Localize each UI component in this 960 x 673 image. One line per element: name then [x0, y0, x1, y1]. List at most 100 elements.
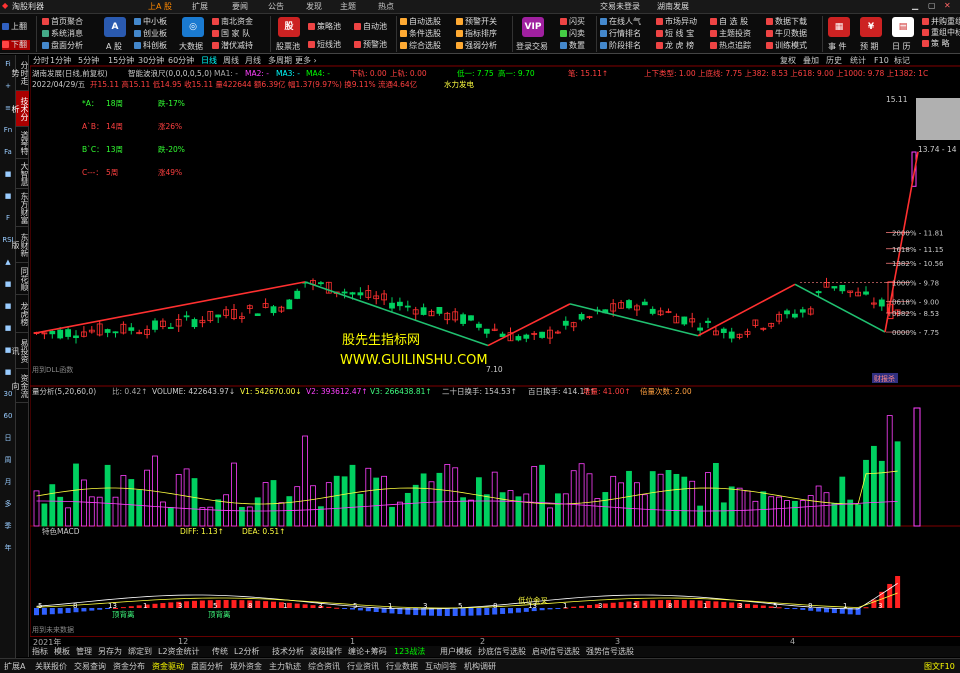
status-tab[interactable]: 交易查询 — [74, 661, 106, 672]
big-data-icon[interactable]: ◎ — [182, 17, 204, 37]
watchlist-button[interactable]: 自 选 股 — [710, 17, 748, 27]
indicator-sort-button[interactable]: 指标排序 — [456, 29, 497, 39]
period-tab[interactable]: 日线 — [201, 55, 217, 66]
status-tab[interactable]: 机构调研 — [464, 661, 496, 672]
strategy-button[interactable]: 策 略 — [922, 39, 950, 49]
left-tool-icon[interactable]: F — [2, 213, 14, 224]
north-south-funds-button[interactable]: 南北资金 — [212, 17, 253, 27]
indicator-tab[interactable]: L2分析 — [234, 646, 260, 657]
indicator-tab[interactable]: 传统 — [212, 646, 228, 657]
left-tool-icon[interactable]: 周 — [2, 455, 14, 466]
bid-win-button[interactable]: 重组中标 — [922, 28, 960, 38]
condition-select-button[interactable]: 条件选股 — [400, 29, 441, 39]
auto-pool-button[interactable]: 自动池 — [354, 22, 387, 32]
left-tool-icon[interactable]: ■ — [2, 169, 14, 180]
period-right-button[interactable]: 历史 — [826, 55, 842, 66]
left-tab[interactable]: 易投资讯 — [11, 333, 29, 369]
menu-news[interactable]: 要闻 — [232, 1, 248, 12]
indicator-tab[interactable]: 指标 — [32, 646, 48, 657]
niubei-data-button[interactable]: 牛贝数据 — [766, 29, 807, 39]
period-tab[interactable]: 分时 — [33, 55, 49, 66]
system-message-button[interactable]: 系统消息 — [42, 29, 83, 39]
page-down-button[interactable]: 下翻 — [2, 40, 30, 50]
indicator-tab[interactable]: 另存为 — [98, 646, 122, 657]
menu-discover[interactable]: 发现 — [306, 1, 322, 12]
indicator-tab[interactable]: 启动信号选股 — [532, 646, 580, 657]
left-tab[interactable]: 东财新版 — [11, 227, 29, 263]
status-tab[interactable]: 关联报价 — [35, 661, 67, 672]
lurk-reduce-button[interactable]: 潜伏减持 — [212, 41, 253, 51]
indicator-tab[interactable]: 技术分析 — [272, 646, 304, 657]
settings-button[interactable]: 数置 — [560, 41, 585, 51]
status-tab[interactable]: 行业数据 — [386, 661, 418, 672]
data-download-button[interactable]: 数据下载 — [766, 17, 807, 27]
page-up-button[interactable]: 上翻 — [2, 22, 27, 32]
left-tool-icon[interactable]: ■ — [2, 191, 14, 202]
short-term-button[interactable]: 短 线 宝 — [656, 29, 694, 39]
indicator-tab[interactable]: L2资金统计 — [158, 646, 200, 657]
auto-select-button[interactable]: 自动选股 — [400, 17, 441, 27]
status-tab[interactable]: 资金分布 — [113, 661, 145, 672]
left-tool-icon[interactable]: 季 — [2, 521, 14, 532]
menu-a-stock[interactable]: 上A 股 — [148, 1, 172, 12]
national-team-button[interactable]: 国 家 队 — [212, 29, 250, 39]
home-button[interactable]: 首页聚合 — [42, 17, 83, 27]
left-tool-icon[interactable]: Fa — [2, 147, 14, 158]
status-tab[interactable]: 行业资讯 — [347, 661, 379, 672]
calendar-icon[interactable]: ▤ — [892, 17, 914, 37]
left-tool-icon[interactable]: ■ — [2, 279, 14, 290]
indicator-tab[interactable]: 123战法 — [394, 646, 425, 657]
left-tab[interactable]: 龙虎榜 — [16, 295, 29, 333]
indicator-tab[interactable]: 管理 — [76, 646, 92, 657]
left-tool-icon[interactable]: Fn — [2, 125, 14, 136]
status-tab[interactable]: 互动问答 — [425, 661, 457, 672]
period-right-button[interactable]: 统计 — [850, 55, 866, 66]
menu-topic[interactable]: 主题 — [340, 1, 356, 12]
strategy-pool-button[interactable]: 策略池 — [308, 22, 341, 32]
left-tool-icon[interactable]: ▲ — [2, 257, 14, 268]
kline-chart[interactable]: 湖南发展(日线,前复权) 智能波浪尺(0,0,0,0,5,0) MA1: - MA2:… — [30, 66, 960, 636]
period-tab[interactable]: 月线 — [245, 55, 261, 66]
left-tab[interactable]: 同花顺 — [16, 263, 29, 295]
period-tab[interactable]: 1分钟 — [50, 55, 71, 66]
merger-button[interactable]: 并购重组 — [922, 17, 960, 27]
market-anomaly-button[interactable]: 市场异动 — [656, 17, 697, 27]
menu-notice[interactable]: 公告 — [268, 1, 284, 12]
left-tool-icon[interactable]: ■ — [2, 367, 14, 378]
status-tab[interactable]: 境外资金 — [230, 661, 262, 672]
left-tool-icon[interactable]: 30 — [2, 389, 14, 400]
combined-select-button[interactable]: 综合选股 — [400, 41, 441, 51]
indicator-tab[interactable]: 模板 — [54, 646, 70, 657]
online-popularity-button[interactable]: 在线人气 — [600, 17, 641, 27]
period-tab[interactable]: 周线 — [223, 55, 239, 66]
sme-board-button[interactable]: 中小板 — [134, 17, 167, 27]
flash-sell-button[interactable]: 闪卖 — [560, 29, 585, 39]
period-right-button[interactable]: F10 — [874, 55, 889, 66]
left-tab[interactable]: 道琴特 — [16, 127, 29, 159]
theme-invest-button[interactable]: 主题投资 — [710, 29, 751, 39]
period-right-button[interactable]: 标记 — [894, 55, 910, 66]
hotspot-track-button[interactable]: 热点追踪 — [710, 41, 751, 51]
alert-pool-button[interactable]: 预警池 — [354, 40, 387, 50]
indicator-tab[interactable]: 波段操作 — [310, 646, 342, 657]
minimize-icon[interactable]: ▁ — [912, 1, 918, 10]
strength-analysis-button[interactable]: 强弱分析 — [456, 41, 497, 51]
stock-pool-icon[interactable]: 股 — [278, 17, 300, 37]
left-tool-icon[interactable]: 多 — [2, 499, 14, 510]
quote-rank-button[interactable]: 行情排名 — [600, 29, 641, 39]
maximize-icon[interactable]: ▢ — [928, 1, 936, 10]
left-tab[interactable]: 资金流向 — [11, 369, 29, 403]
period-tab[interactable]: 5分钟 — [78, 55, 99, 66]
left-tab[interactable]: 技术分析 — [11, 91, 29, 127]
market-analysis-button[interactable]: 盘面分析 — [42, 41, 83, 51]
left-tool-icon[interactable]: 年 — [2, 543, 14, 554]
period-tab[interactable]: 15分钟 — [108, 55, 134, 66]
left-tool-icon[interactable]: + — [2, 81, 14, 92]
left-tool-icon[interactable]: ■ — [2, 301, 14, 312]
a-share-icon[interactable]: A — [104, 17, 126, 37]
left-tool-icon[interactable]: 月 — [2, 477, 14, 488]
left-tab[interactable]: 分时走势 — [11, 55, 29, 91]
indicator-tab[interactable]: 强势信号选股 — [586, 646, 634, 657]
status-tab[interactable]: 资金驱动 — [152, 661, 184, 672]
status-tab[interactable]: 综合资讯 — [308, 661, 340, 672]
